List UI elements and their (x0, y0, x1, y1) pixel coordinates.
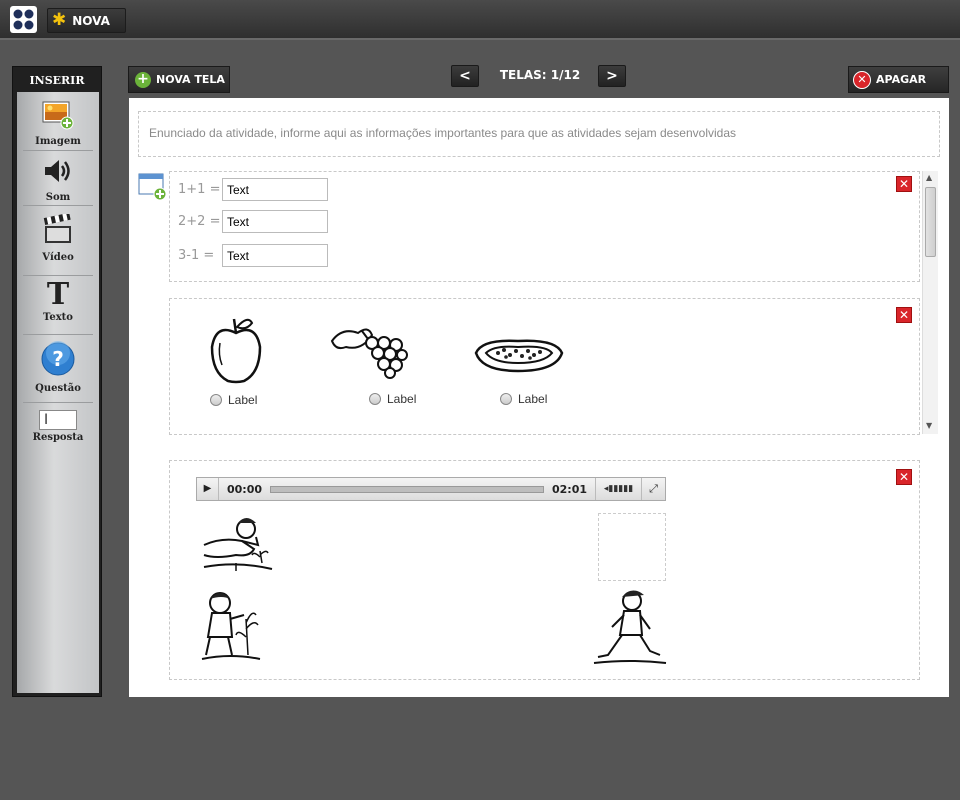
divider (23, 150, 93, 151)
apple-image (210, 318, 262, 384)
sidebar-tools: Imagem Som Vídeo T Texto ? Questão I Res… (17, 92, 99, 693)
answer-input[interactable]: Text (222, 210, 328, 233)
delete-block-button[interactable]: ✕ (896, 307, 912, 323)
play-icon[interactable]: ▶ (197, 478, 219, 500)
option-label: Label (518, 392, 548, 406)
boy-walking-image (593, 590, 667, 664)
plus-icon: + (135, 71, 151, 88)
math-question-block: 1+1 = Text 2+2 = Text 3-1 = Text ✕ (169, 171, 920, 282)
radio-button[interactable] (369, 393, 381, 405)
equation-label: 1+1 = (178, 182, 221, 197)
text-icon: T (46, 277, 70, 312)
audio-progress-track[interactable] (270, 485, 544, 493)
text-cursor-icon: I (39, 410, 77, 430)
question-icon: ? (41, 341, 75, 376)
boy-watering-plant-image (201, 592, 261, 660)
delete-icon: ✕ (853, 70, 871, 89)
top-bar: ✱ NOVA (0, 0, 960, 40)
volume-icon[interactable]: ◂▮▮▮▮▮ (595, 478, 641, 500)
tool-texto[interactable]: T Texto (17, 277, 99, 324)
next-screen-button[interactable]: > (598, 65, 626, 87)
tool-label: Vídeo (42, 252, 74, 263)
tool-label: Questão (35, 383, 81, 394)
audio-player: ▶ 00:00 02:01 ◂▮▮▮▮▮ ⤢ (196, 477, 666, 501)
apagar-label: APAGAR (876, 73, 927, 86)
nova-label: NOVA (72, 13, 110, 28)
math-row: 2+2 = Text (178, 210, 328, 233)
answer-input[interactable]: Text (222, 244, 328, 267)
tool-som[interactable]: Som (17, 156, 99, 203)
equation-label: 3-1 = (178, 248, 215, 263)
tool-resposta[interactable]: I Resposta (17, 410, 99, 443)
current-time: 00:00 (227, 482, 263, 496)
audio-match-block: ▶ 00:00 02:01 ◂▮▮▮▮▮ ⤢ ✕ (169, 460, 920, 680)
clapperboard-icon (43, 212, 71, 243)
divider (23, 275, 93, 276)
screens-counter: TELAS: 1/12 (499, 68, 581, 82)
math-row: 3-1 = Text (178, 244, 328, 267)
child-planting-image (203, 518, 273, 571)
scroll-down-icon[interactable]: ▼ (926, 421, 932, 430)
tool-label: Resposta (32, 432, 84, 443)
asterisk-icon: ✱ (52, 10, 67, 30)
activity-canvas: Enunciado da atividade, informe aqui as … (129, 98, 949, 697)
duration: 02:01 (551, 482, 587, 496)
scroll-up-icon[interactable]: ▲ (926, 173, 932, 182)
option-label: Label (387, 392, 417, 406)
tool-questao[interactable]: ? Questão (17, 341, 99, 394)
option-label: Label (228, 393, 258, 407)
add-block-icon[interactable] (138, 173, 168, 205)
previous-screen-button[interactable]: < (451, 65, 479, 87)
fruit-option-radio[interactable]: Label (369, 392, 416, 406)
image-drop-zone[interactable] (598, 513, 666, 581)
tool-label: Imagem (35, 136, 81, 147)
speaker-icon (45, 160, 70, 182)
grapes-image (330, 328, 408, 379)
fruit-choice-block: Label Label Label ✕ (169, 298, 920, 435)
divider (23, 334, 93, 335)
nova-tela-button[interactable]: + NOVA TELA (128, 66, 230, 93)
app-logo-icon[interactable] (10, 6, 37, 33)
papaya-image (474, 339, 564, 373)
fullscreen-icon[interactable]: ⤢ (641, 478, 665, 500)
fruit-option-radio[interactable]: Label (210, 393, 257, 407)
equation-label: 2+2 = (178, 214, 221, 229)
tool-label: Texto (43, 312, 73, 323)
math-row: 1+1 = Text (178, 178, 328, 201)
activity-statement[interactable]: Enunciado da atividade, informe aqui as … (138, 111, 940, 157)
insert-sidebar: INSERIR Imagem Som Vídeo T Texto ? Quest… (12, 66, 102, 697)
tool-label: Som (45, 192, 71, 203)
blocks-scrollbar[interactable]: ▲ ▼ (922, 171, 938, 434)
divider (23, 402, 93, 403)
divider (23, 205, 93, 206)
radio-button[interactable] (210, 394, 222, 406)
nova-button[interactable]: ✱ NOVA (47, 8, 126, 33)
fruit-option-radio[interactable]: Label (500, 392, 547, 406)
tool-video[interactable]: Vídeo (17, 212, 99, 263)
apagar-button[interactable]: ✕ APAGAR (848, 66, 949, 93)
sidebar-title: INSERIR (29, 74, 85, 87)
radio-button[interactable] (500, 393, 512, 405)
svg-text:?: ? (52, 347, 64, 371)
delete-block-button[interactable]: ✕ (896, 176, 912, 192)
scroll-thumb[interactable] (925, 187, 936, 257)
image-add-icon (42, 101, 74, 130)
answer-input[interactable]: Text (222, 178, 328, 201)
delete-block-button[interactable]: ✕ (896, 469, 912, 485)
nova-tela-label: NOVA TELA (156, 73, 225, 86)
tool-imagem[interactable]: Imagem (17, 100, 99, 147)
